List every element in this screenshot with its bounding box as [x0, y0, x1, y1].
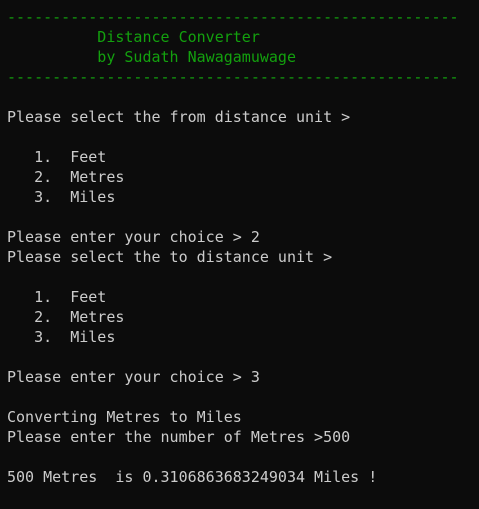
to-option-metres: 2. Metres [7, 308, 125, 326]
from-unit-prompt: Please select the from distance unit > [7, 108, 351, 126]
from-option-feet: 1. Feet [7, 148, 107, 166]
conversion-result: 500 Metres is 0.3106863683249034 Miles ! [7, 468, 378, 486]
from-choice-input: Please enter your choice > 2 [7, 228, 260, 246]
banner-divider-bottom: ----------------------------------------… [7, 68, 459, 86]
banner-divider-top: ----------------------------------------… [7, 8, 459, 26]
number-input-prompt: Please enter the number of Metres >500 [7, 428, 351, 446]
banner-title: Distance Converter [7, 28, 260, 46]
banner-author: by Sudath Nawagamuwage [7, 48, 296, 66]
from-option-miles: 3. Miles [7, 188, 116, 206]
from-option-metres: 2. Metres [7, 168, 125, 186]
to-unit-prompt: Please select the to distance unit > [7, 248, 333, 266]
to-option-feet: 1. Feet [7, 288, 107, 306]
converting-message: Converting Metres to Miles [7, 408, 242, 426]
to-choice-input: Please enter your choice > 3 [7, 368, 260, 386]
to-option-miles: 3. Miles [7, 328, 116, 346]
console-window[interactable]: ----------------------------------------… [0, 0, 479, 509]
